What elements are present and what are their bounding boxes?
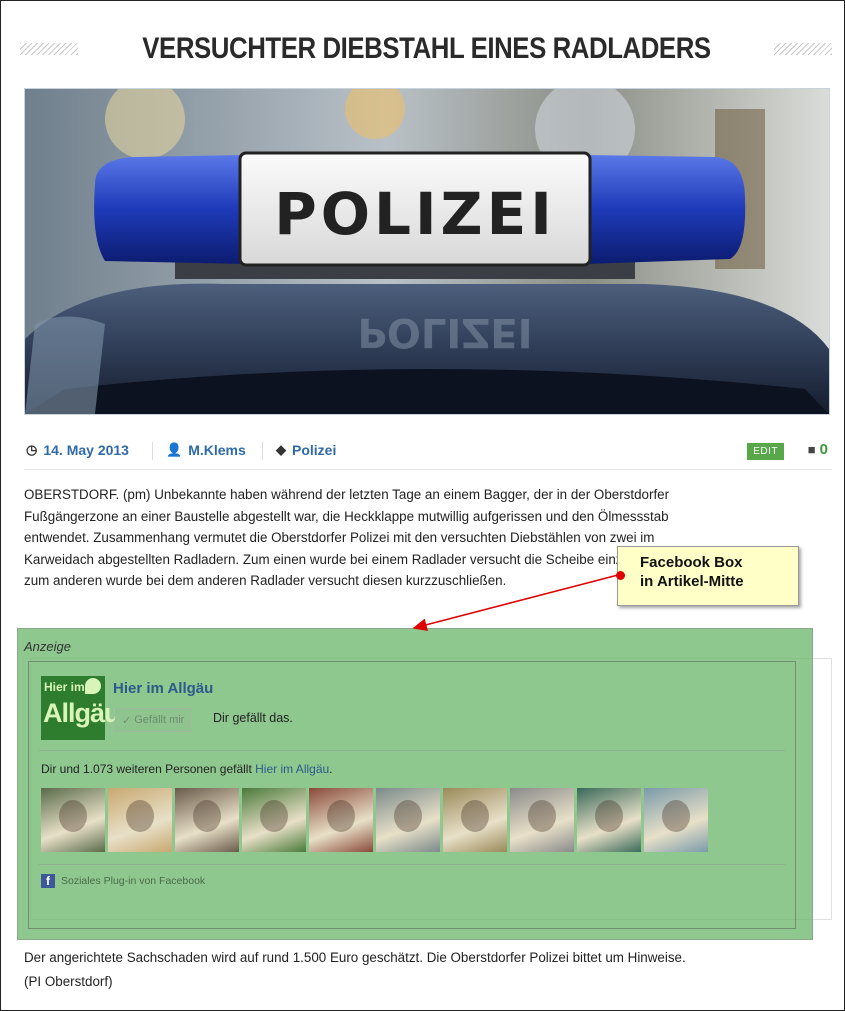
text-line: Der angerichtete Sachschaden wird auf ru… — [24, 950, 686, 965]
fan-avatar[interactable] — [309, 788, 373, 852]
title-decoration-left — [20, 43, 78, 55]
logo-text-top: Hier im — [44, 680, 85, 694]
fan-avatar[interactable] — [443, 788, 507, 852]
callout-line: Facebook Box — [640, 554, 743, 571]
avatar-silhouette — [528, 800, 556, 832]
title-decoration-right — [774, 43, 832, 55]
text-line: OBERSTDORF. (pm) Unbekannte haben währen… — [24, 487, 670, 502]
meta-category[interactable]: ◆ Polizei — [276, 442, 336, 458]
article-title: VERSUCHTER DIEBSTAHL EINES RADLADERS — [141, 32, 711, 65]
fan-avatar[interactable] — [510, 788, 574, 852]
article-paragraph-2: Der angerichtete Sachschaden wird auf ru… — [24, 946, 830, 994]
fan-avatar[interactable] — [644, 788, 708, 852]
annotation-callout: Facebook Box in Artikel-Mitte — [616, 546, 799, 606]
plugin-footer[interactable]: f Soziales Plug-in von Facebook — [41, 874, 205, 888]
avatar-silhouette — [126, 800, 154, 832]
avatar-silhouette — [461, 800, 489, 832]
avatar-silhouette — [662, 800, 690, 832]
count-page-link[interactable]: Hier im Allgäu — [255, 762, 329, 776]
article-title-row: VERSUCHTER DIEBSTAHL EINES RADLADERS — [20, 28, 832, 70]
comment-icon: ■ — [807, 442, 816, 457]
meta-divider-line — [24, 469, 832, 470]
text-line: (PI Oberstdorf) — [24, 974, 113, 989]
like-count-text: Dir und 1.073 weiteren Personen gefällt … — [41, 762, 333, 776]
avatar-silhouette — [394, 800, 422, 832]
comments-link[interactable]: ■ 0 — [808, 441, 828, 458]
meta-divider — [152, 442, 153, 460]
tag-icon: ◆ — [276, 442, 286, 457]
avatar-silhouette — [595, 800, 623, 832]
meta-divider — [262, 442, 263, 460]
plugin-label[interactable]: Soziales Plug-in von Facebook — [61, 875, 205, 887]
clock-icon: ◷ — [26, 442, 38, 457]
like-button[interactable]: ✓ Gefällt mir — [115, 708, 192, 732]
fan-avatar[interactable] — [577, 788, 641, 852]
ad-highlight: Anzeige Hier im Allgäu Hier im Allgäu ✓ … — [17, 628, 813, 940]
callout-text: Facebook Box in Artikel-Mitte — [640, 553, 744, 591]
avatar-silhouette — [327, 800, 355, 832]
fan-avatar[interactable] — [108, 788, 172, 852]
page-name-link[interactable]: Hier im Allgäu — [113, 680, 213, 697]
you-like-text: Dir gefällt das. — [213, 711, 293, 725]
ad-label: Anzeige — [24, 639, 71, 654]
avatar-silhouette — [260, 800, 288, 832]
divider — [39, 750, 785, 751]
author-link[interactable]: M.Klems — [188, 442, 246, 458]
hero-image: POLIZEI POLIZEI — [24, 88, 830, 415]
check-icon: ✓ — [122, 714, 132, 727]
fan-avatar[interactable] — [376, 788, 440, 852]
date-link[interactable]: 14. May 2013 — [43, 442, 129, 458]
count-suffix: . — [329, 762, 333, 776]
category-link[interactable]: Polizei — [292, 442, 336, 458]
leaf-icon — [85, 678, 101, 694]
facebook-like-box: Hier im Allgäu Hier im Allgäu ✓ Gefällt … — [28, 661, 796, 929]
fan-avatar[interactable] — [242, 788, 306, 852]
meta-author[interactable]: 👤 M.Klems — [166, 442, 246, 458]
page-logo[interactable]: Hier im Allgäu — [41, 676, 121, 740]
fan-avatar[interactable] — [41, 788, 105, 852]
reflection-text: POLIZEI — [358, 309, 533, 355]
polizei-sign: POLIZEI — [274, 180, 556, 248]
article-meta: ◷ 14. May 2013 👤 M.Klems ◆ Polizei EDIT … — [26, 440, 832, 464]
police-car-illustration: POLIZEI POLIZEI — [25, 89, 829, 414]
logo-text-bottom: Allgäu — [43, 698, 121, 728]
fan-faces — [41, 788, 708, 852]
like-button-label: Gefällt mir — [134, 714, 185, 726]
callout-dot — [616, 571, 625, 580]
text-line: Fußgängerzone an einer Baustelle abgeste… — [24, 508, 669, 524]
callout-line: in Artikel-Mitte — [640, 573, 744, 590]
facebook-icon: f — [41, 874, 55, 888]
avatar-silhouette — [59, 800, 87, 832]
user-icon: 👤 — [166, 442, 183, 457]
edit-button[interactable]: EDIT — [747, 443, 784, 460]
divider — [39, 864, 785, 865]
fan-avatar[interactable] — [175, 788, 239, 852]
avatar-silhouette — [193, 800, 221, 832]
comment-count: 0 — [819, 441, 828, 458]
meta-date[interactable]: ◷ 14. May 2013 — [26, 442, 129, 458]
count-prefix: Dir und 1.073 weiteren Personen gefällt — [41, 762, 256, 776]
